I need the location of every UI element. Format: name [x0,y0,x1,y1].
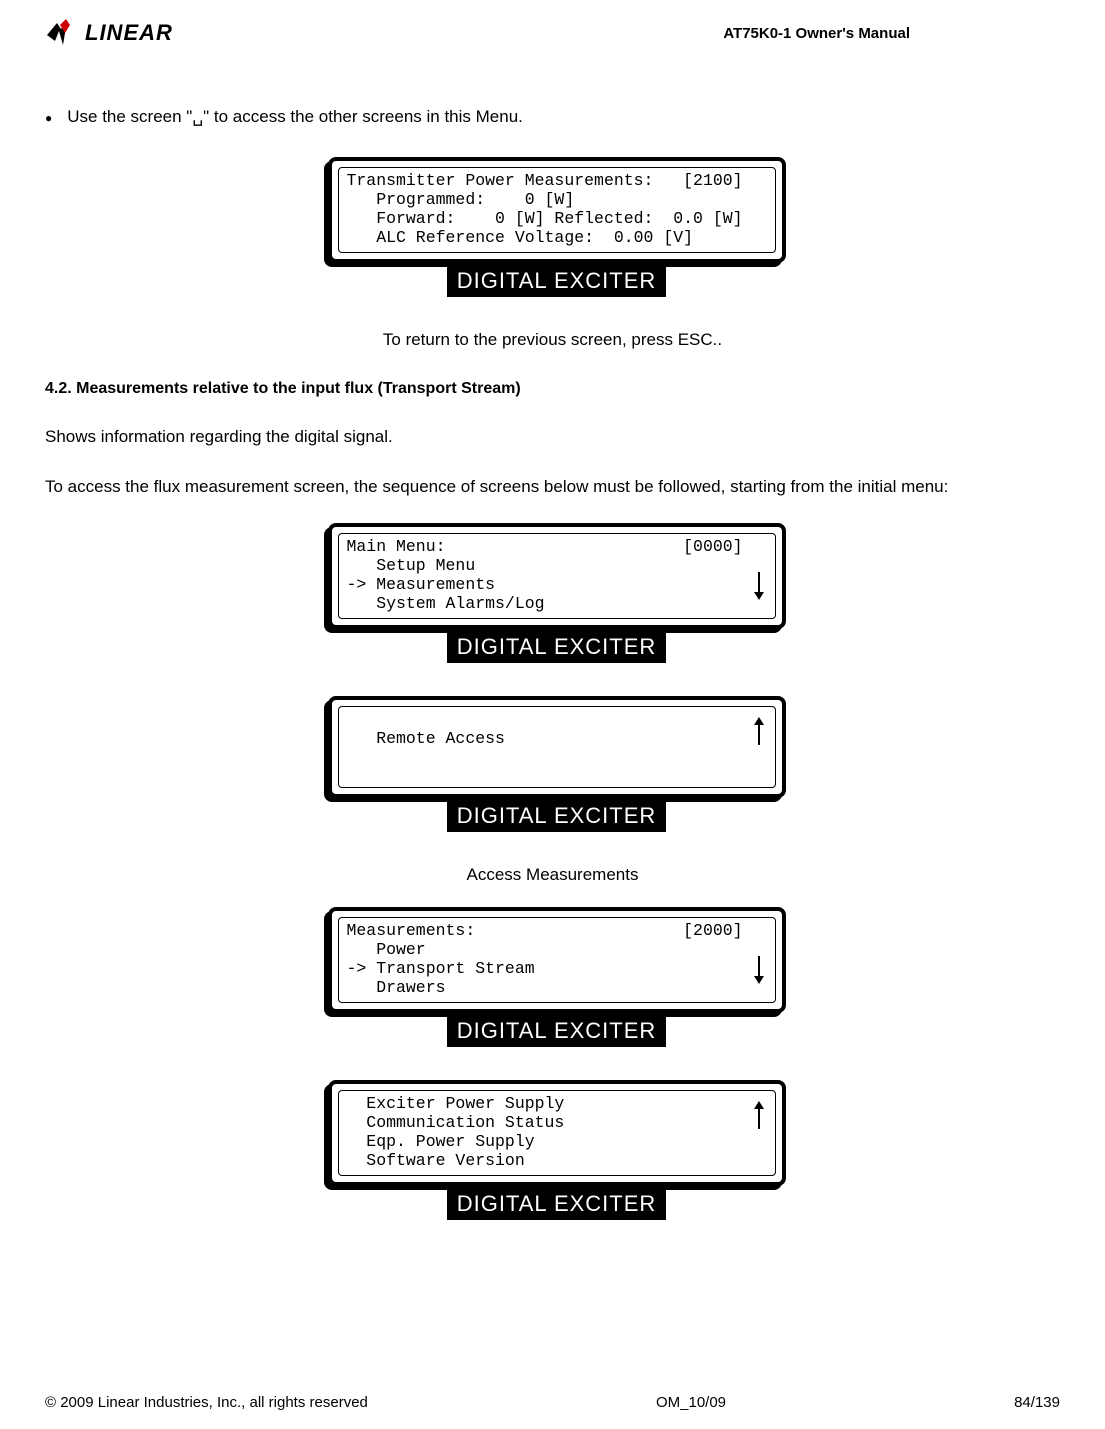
logo-text: LINEAR [85,20,173,46]
lcd-line: Remote Access [347,729,505,748]
arrow-down-icon [753,572,765,606]
logo-mark-icon [45,15,81,51]
page-footer: © 2009 Linear Industries, Inc., all righ… [45,1394,1060,1411]
lcd-label: DIGITAL EXCITER [447,1190,667,1220]
lcd-panel-exciter: Exciter Power Supply Communication Statu… [45,1080,1060,1221]
access-measurements-label: Access Measurements [45,865,1060,885]
lcd-line: Power [347,940,426,959]
intro-bullet-text: Use the screen "␣" to access the other s… [67,107,523,127]
lcd-line: Measurements: [2000] [347,921,743,940]
lcd-line: Transmitter Power Measurements: [2100] [347,171,743,190]
lcd-label: DIGITAL EXCITER [447,633,667,663]
lcd-line: ALC Reference Voltage: 0.00 [V] [347,228,694,247]
bullet-icon: ● [45,107,52,124]
lcd-label: DIGITAL EXCITER [447,802,667,832]
body-text-1: Shows information regarding the digital … [45,423,1060,451]
lcd-line: Forward: 0 [W] Reflected: 0.0 [W] [347,209,743,228]
arrow-up-icon [753,1101,765,1135]
page-header: LINEAR AT75K0-1 Owner's Manual [45,15,1060,59]
footer-doc-id: OM_10/09 [656,1394,726,1411]
footer-page-number: 84/139 [1014,1394,1060,1411]
manual-title: AT75K0-1 Owner's Manual [723,25,1060,42]
caption-return: To return to the previous screen, press … [45,330,1060,350]
lcd-line: Eqp. Power Supply [347,1132,535,1151]
lcd-line: Drawers [347,978,446,997]
lcd-line: Main Menu: [0000] [347,537,743,556]
lcd-panel-remote-access: Remote Access DIGITAL EXCITER [45,696,1060,833]
arrow-up-icon [753,717,765,751]
body-text-2: To access the flux measurement screen, t… [45,473,1060,501]
logo: LINEAR [45,15,173,51]
arrow-down-icon [753,956,765,990]
lcd-line: Programmed: 0 [W] [347,190,575,209]
lcd-line: Setup Menu [347,556,476,575]
lcd-panel-2100: Transmitter Power Measurements: [2100] P… [45,157,1060,298]
lcd-panel-main-menu: Main Menu: [0000] Setup Menu -> Measurem… [45,523,1060,664]
lcd-line: Software Version [347,1151,525,1170]
lcd-label: DIGITAL EXCITER [447,267,667,297]
lcd-label: DIGITAL EXCITER [447,1017,667,1047]
lcd-panel-measurements: Measurements: [2000] Power -> Transport … [45,907,1060,1048]
lcd-line: System Alarms/Log [347,594,545,613]
lcd-line: -> Transport Stream [347,959,535,978]
footer-copyright: © 2009 Linear Industries, Inc., all righ… [45,1394,368,1411]
lcd-line: -> Measurements [347,575,496,594]
intro-bullet: ● Use the screen "␣" to access the other… [45,107,1060,127]
lcd-line: Communication Status [347,1113,565,1132]
section-heading-4-2: 4.2. Measurements relative to the input … [45,380,1060,398]
lcd-line: Exciter Power Supply [347,1094,565,1113]
